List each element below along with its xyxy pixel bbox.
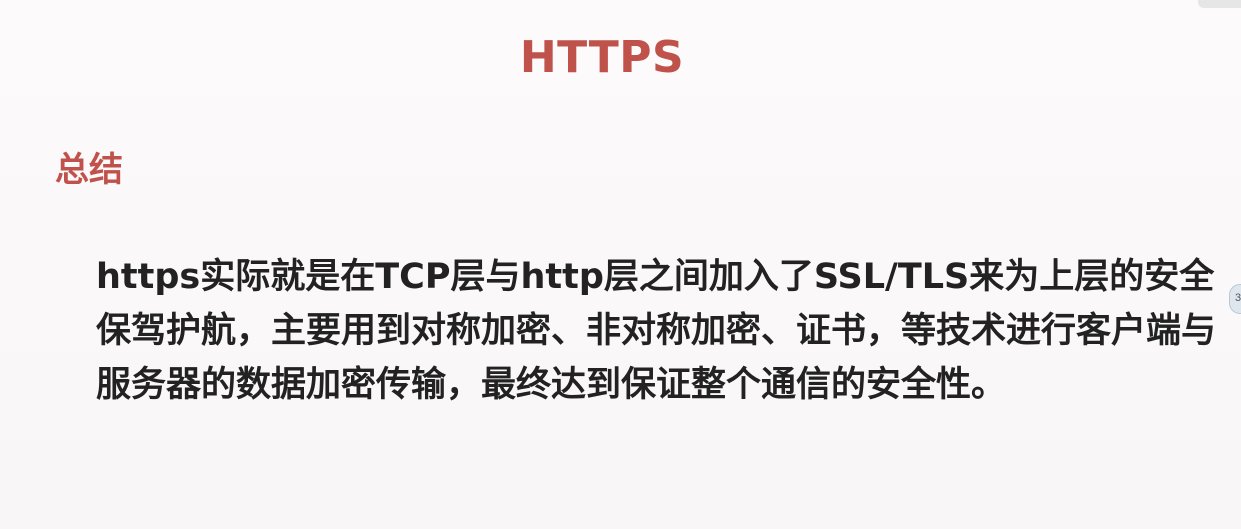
section-heading: 总结 xyxy=(55,150,123,190)
presentation-slide: HTTPS 总结 https实际就是在TCP层与http层之间加入了SSL/TL… xyxy=(0,0,1241,529)
floating-edge-button[interactable]: 3 xyxy=(1229,284,1241,314)
slide-title: HTTPS xyxy=(519,32,685,83)
edge-button-icon: 3 xyxy=(1235,292,1241,304)
window-corner xyxy=(1198,0,1241,8)
summary-paragraph: https实际就是在TCP层与http层之间加入了SSL/TLS来为上层的安全保… xyxy=(96,257,1217,405)
